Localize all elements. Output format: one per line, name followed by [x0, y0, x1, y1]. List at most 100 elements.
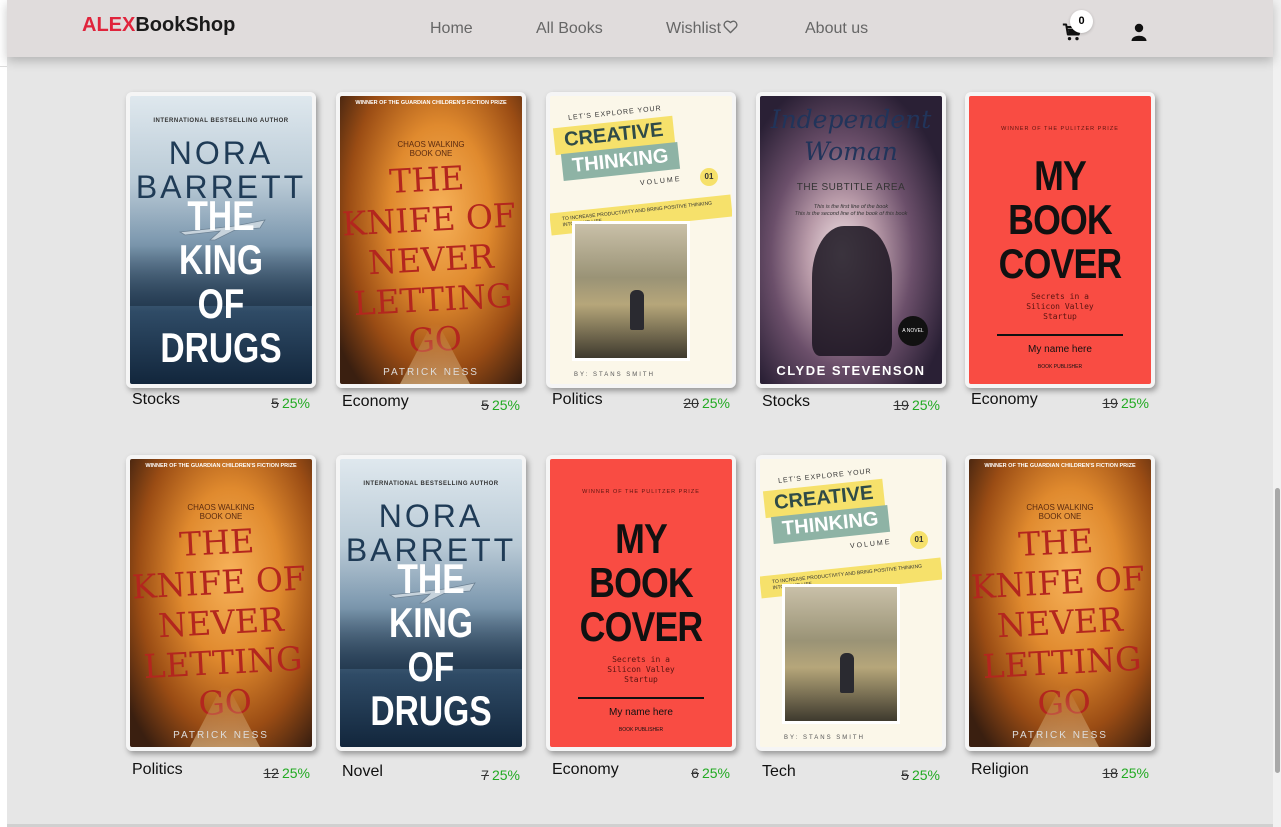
book-cover[interactable]: LET'S EXPLORE YOUR CREATIVE THINKING 01 …	[546, 92, 736, 388]
old-price: 5	[901, 767, 909, 783]
cover-author: PATRICK NESS	[383, 367, 479, 378]
book-category: Economy	[342, 393, 409, 410]
discount-label: 25%	[1120, 765, 1149, 781]
discount-label: 25%	[281, 765, 310, 781]
book-category: Economy	[971, 391, 1038, 408]
book-cover[interactable]: WINNER OF THE GUARDIAN CHILDREN'S FICTIO…	[126, 455, 316, 751]
nav-all-books[interactable]: All Books	[536, 20, 603, 38]
book-cover[interactable]: INTERNATIONAL BESTSELLING AUTHOR NORA BAR…	[126, 92, 316, 388]
nav-wishlist[interactable]: Wishlist	[666, 20, 738, 38]
person-illustration	[840, 653, 854, 693]
cover-subtitle: THE SUBTITLE AREA	[796, 182, 906, 193]
brand-name: BookShop	[135, 14, 236, 36]
cover-top-text: WINNER OF THE PULITZER PRIZE	[582, 489, 700, 495]
brand-accent: ALEX	[82, 14, 136, 36]
book-cover[interactable]: LET'S EXPLORE YOUR CREATIVE THINKING 01 …	[756, 455, 946, 751]
book-card[interactable]: INTERNATIONAL BESTSELLING AUTHOR NORA BAR…	[126, 92, 316, 412]
book-card[interactable]: WINNER OF THE GUARDIAN CHILDREN'S FICTIO…	[965, 455, 1155, 781]
cover-author: CLYDE STEVENSON	[776, 363, 926, 378]
book-category: Economy	[552, 761, 619, 778]
discount-label: 25%	[281, 395, 310, 411]
book-card[interactable]: LET'S EXPLORE YOUR CREATIVE THINKING 01 …	[756, 455, 946, 783]
book-price: 12 25%	[263, 765, 310, 781]
book-price: 19 25%	[1102, 395, 1149, 411]
book-category: Stocks	[762, 393, 811, 410]
cover-author: My name here	[1028, 344, 1092, 355]
book-card[interactable]: WINNER OF THE GUARDIAN CHILDREN'S FICTIO…	[126, 455, 316, 781]
book-price: 5 25%	[901, 767, 940, 783]
cover-tagline: This is the first line of the book This i…	[794, 204, 908, 217]
book-cover[interactable]: WINNER OF THE PULITZER PRIZE MY BOOK COVER…	[965, 92, 1155, 388]
book-price: 7 25%	[481, 767, 520, 783]
cover-series: CHAOS WALKING BOOK ONE	[397, 140, 465, 158]
cover-publisher: BOOK PUBLISHER	[618, 727, 664, 733]
cover-author: BY: STANS SMITH	[574, 372, 655, 378]
scrollbar-thumb[interactable]	[1275, 488, 1280, 773]
book-cover[interactable]: WINNER OF THE PULITZER PRIZE MY BOOK COVER…	[546, 455, 736, 751]
divider	[997, 334, 1123, 336]
nav-about-us[interactable]: About us	[805, 20, 868, 38]
book-card[interactable]: WINNER OF THE GUARDIAN CHILDREN'S FICTIO…	[336, 92, 526, 413]
cover-volume-number: 01	[700, 168, 718, 186]
cover-top-text: WINNER OF THE PULITZER PRIZE	[1001, 126, 1119, 132]
discount-label: 25%	[491, 767, 520, 783]
book-price: 5 25%	[481, 397, 520, 413]
cover-series: CHAOS WALKING BOOK ONE	[187, 503, 255, 521]
old-price: 7	[481, 767, 489, 783]
cover-photo	[782, 584, 900, 724]
book-category: Politics	[552, 391, 603, 408]
book-cover[interactable]: WINNER OF THE GUARDIAN CHILDREN'S FICTIO…	[965, 455, 1155, 751]
book-price: 6 25%	[691, 765, 730, 781]
discount-label: 25%	[911, 767, 940, 783]
cover-top-text: INTERNATIONAL BESTSELLING AUTHOR	[153, 118, 289, 124]
old-price: 5	[271, 395, 279, 411]
book-card[interactable]: INTERNATIONAL BESTSELLING AUTHOR NORA BAR…	[336, 455, 526, 783]
cover-title: MY BOOK COVER	[579, 515, 704, 650]
old-price: 19	[893, 397, 909, 413]
user-icon[interactable]	[1131, 23, 1147, 41]
book-card[interactable]: Independent Woman THE SUBTITLE AREA This …	[756, 92, 946, 413]
book-category: Stocks	[132, 391, 181, 408]
brand-logo[interactable]: ALEXBookShop	[82, 14, 235, 37]
old-price: 20	[683, 395, 699, 411]
old-price: 5	[481, 397, 489, 413]
cover-title: Independent Woman	[770, 105, 932, 166]
book-cover[interactable]: WINNER OF THE GUARDIAN CHILDREN'S FICTIO…	[336, 92, 526, 388]
cover-top-text: INTERNATIONAL BESTSELLING AUTHOR	[363, 481, 499, 487]
cover-volume-label: VOLUME	[639, 175, 682, 188]
book-card[interactable]: WINNER OF THE PULITZER PRIZE MY BOOK COVER…	[965, 92, 1155, 412]
book-price: 19 25%	[893, 397, 940, 413]
book-cover[interactable]: INTERNATIONAL BESTSELLING AUTHOR NORA BAR…	[336, 455, 526, 751]
discount-label: 25%	[911, 397, 940, 413]
cover-publisher: BOOK PUBLISHER	[1037, 364, 1083, 370]
book-category: Politics	[132, 761, 183, 778]
cover-top-text: WINNER OF THE GUARDIAN CHILDREN'S FICTIO…	[355, 100, 507, 106]
book-card[interactable]: WINNER OF THE PULITZER PRIZE MY BOOK COVER…	[546, 455, 736, 781]
cover-volume-number: 01	[910, 531, 928, 549]
nav-wishlist-label: Wishlist	[666, 20, 722, 37]
old-price: 6	[691, 765, 699, 781]
divider	[0, 66, 7, 67]
book-cover[interactable]: Independent Woman THE SUBTITLE AREA This …	[756, 92, 946, 388]
cover-title: MY BOOK COVER	[998, 152, 1123, 287]
cover-photo	[572, 221, 690, 361]
cart-count-badge: 0	[1070, 10, 1093, 33]
cover-author: My name here	[609, 707, 673, 718]
navbar: ALEXBookShop Home All Books Wishlist Abo…	[7, 0, 1273, 57]
nav-home[interactable]: Home	[430, 20, 473, 38]
discount-label: 25%	[701, 395, 730, 411]
cover-author: PATRICK NESS	[173, 730, 269, 741]
divider	[578, 697, 704, 699]
discount-label: 25%	[1120, 395, 1149, 411]
novel-badge: A NOVEL	[898, 316, 928, 346]
old-price: 19	[1102, 395, 1118, 411]
cover-top-text: WINNER OF THE GUARDIAN CHILDREN'S FICTIO…	[145, 463, 297, 469]
cover-volume-label: VOLUME	[849, 538, 892, 551]
book-card[interactable]: LET'S EXPLORE YOUR CREATIVE THINKING 01 …	[546, 92, 736, 412]
woman-illustration	[812, 226, 892, 356]
discount-label: 25%	[701, 765, 730, 781]
cover-subtitle: Secrets in a Silicon Valley Startup	[607, 655, 675, 684]
old-price: 12	[263, 765, 279, 781]
old-price: 18	[1102, 765, 1118, 781]
book-category: Tech	[762, 763, 796, 780]
